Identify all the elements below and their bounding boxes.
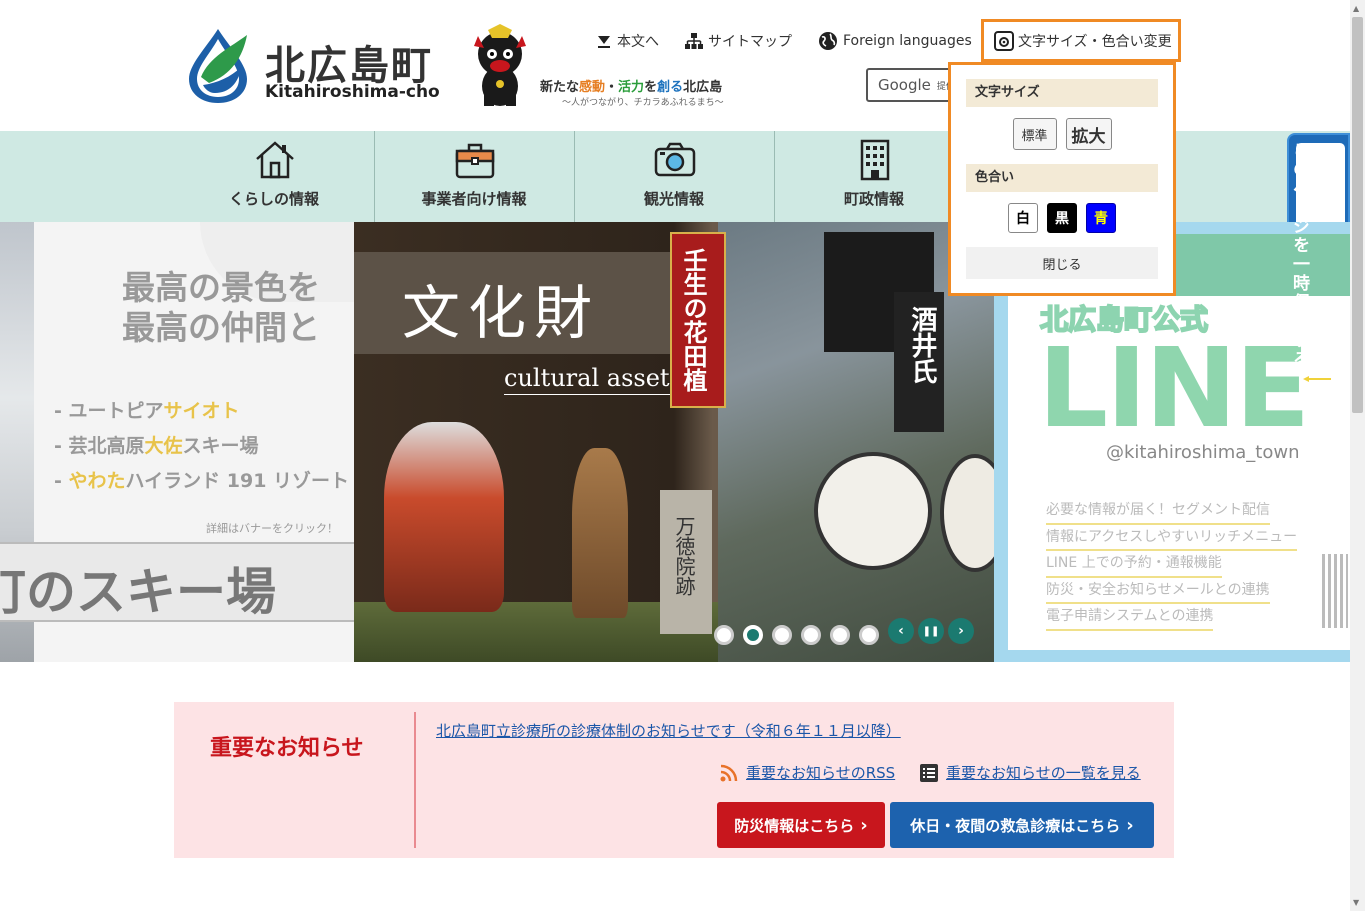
globe-icon (819, 32, 837, 50)
chevron-right-icon: › (958, 623, 964, 639)
ski-big-title: 町のスキー場 (0, 563, 276, 621)
rss-icon (720, 764, 738, 781)
arrow-left-icon (1303, 376, 1331, 382)
notice-list-link[interactable]: 重要なお知らせの一覧を見る (920, 762, 1141, 783)
camera-icon (654, 142, 696, 177)
skip-to-content-link[interactable]: 本文へ (596, 31, 659, 51)
festival-banner: 酒井氏 (894, 292, 944, 432)
font-size-heading: 文字サイズ (966, 79, 1158, 107)
settings-icon (994, 30, 1014, 51)
ski-headline: 最高の景色を 最高の仲間と (122, 268, 320, 347)
nav-business-info[interactable]: 事業者向け情報 (374, 131, 574, 222)
sitemap-link[interactable]: サイトマップ (685, 31, 792, 51)
slider-dot-active[interactable] (743, 625, 763, 645)
open-label: open (1301, 385, 1336, 399)
slider-pagination (714, 625, 879, 645)
save-page-label: このページを一時保存する (1289, 141, 1309, 369)
color-heading: 色合い (966, 164, 1158, 192)
slider-dot[interactable] (859, 625, 879, 645)
chevron-left-icon: ‹ (898, 623, 904, 639)
scroll-down-icon[interactable]: ▼ (1353, 898, 1359, 907)
emergency-clinic-button[interactable]: 休日・夜間の救急診療はこちら › (890, 802, 1154, 848)
slogan-main: 新たな感動・活力を創る北広島 (540, 80, 723, 95)
font-size-standard-button[interactable]: 標準 (1012, 118, 1057, 150)
line-feature-list: 必要な情報が届く！セグメント配信 情報にアクセスしやすいリッチメニュー LINE… (1046, 498, 1298, 631)
scroll-up-icon[interactable]: ▲ (1353, 4, 1359, 13)
slider-pause-button[interactable]: ❚❚ (918, 618, 944, 644)
scroll-thumb[interactable] (1352, 17, 1363, 413)
notice-divider (414, 712, 416, 848)
building-icon (860, 139, 890, 181)
slider-next-button[interactable]: › (948, 618, 974, 644)
ski-banner-note: 詳細はバナーをクリック！ (206, 522, 338, 535)
top-utility-nav: 本文へ サイトマップ Foreign languages (596, 30, 998, 52)
nav-town-admin-info[interactable]: 町政情報 (774, 131, 974, 222)
notice-rss-link[interactable]: 重要なお知らせのRSS (720, 762, 895, 783)
logo-subtitle: Kitahiroshima-cho (265, 82, 440, 102)
slide-cultural-assets[interactable]: 酒井氏 文化財 cultural assets 壬生の花田植 万徳院跡 (354, 222, 1010, 662)
ski-resort-list: - ユートピアサイオト - 芸北高原大佐スキー場 - やわたハイランド 191 … (54, 400, 350, 492)
wooden-statue (572, 448, 628, 618)
slider-prev-button[interactable]: ‹ (888, 618, 914, 644)
chevron-right-icon: › (1126, 814, 1134, 836)
color-options: 白 黒 青 (966, 203, 1158, 233)
town-slogan: 新たな感動・活力を創る北広島 ～人がつながり、チカラあふれるまち～ (540, 76, 730, 108)
notice-clinic-link[interactable]: 北広島町立診療所の診療体制のお知らせです（令和６年１１月以降） (436, 720, 901, 741)
font-size-options: 標準 拡大 (966, 118, 1158, 150)
font-color-settings-popup: 文字サイズ 標準 拡大 色合い 白 黒 青 閉じる (948, 62, 1176, 296)
slider-dot[interactable] (772, 625, 792, 645)
slider-dot[interactable] (801, 625, 821, 645)
google-search-box[interactable]: Google 提供 (866, 68, 956, 102)
festival-drum (814, 452, 932, 570)
sitemap-icon (685, 33, 703, 49)
qr-code-icon (1322, 554, 1348, 628)
page-scrollbar[interactable]: ▲ ▼ (1350, 0, 1365, 911)
foreign-languages-link[interactable]: Foreign languages (818, 31, 972, 51)
slider-dot[interactable] (830, 625, 850, 645)
line-account-id: @kitahiroshima_town (1106, 442, 1300, 463)
color-black-button[interactable]: 黒 (1047, 203, 1077, 233)
arrow-down-icon (598, 36, 610, 48)
heritage-banner: 壬生の花田植 (670, 232, 726, 408)
briefcase-icon (455, 143, 495, 179)
nav-tourism-info[interactable]: 観光情報 (574, 131, 774, 222)
site-logo[interactable]: 北広島町 Kitahiroshima-cho (187, 25, 457, 107)
mascot-character-icon (474, 24, 526, 106)
slogan-sub: ～人がつながり、チカラあふれるまち～ (562, 98, 724, 108)
house-icon (256, 141, 294, 179)
popup-close-button[interactable]: 閉じる (966, 247, 1158, 279)
pause-icon: ❚❚ (922, 625, 940, 637)
font-size-color-button[interactable]: 文字サイズ・色合い変更 (981, 19, 1181, 62)
slider-dot[interactable] (714, 625, 734, 645)
stone-marker: 万徳院跡 (660, 490, 712, 634)
list-icon (920, 763, 938, 782)
color-white-button[interactable]: 白 (1008, 203, 1038, 233)
chevron-right-icon: › (860, 814, 868, 836)
slide-ski-resorts[interactable]: 最高の景色を 最高の仲間と - ユートピアサイオト - 芸北高原大佐スキー場 -… (0, 222, 360, 662)
nav-living-info[interactable]: くらしの情報 (174, 131, 374, 222)
culture-title: 文化財 (402, 279, 601, 347)
font-size-enlarge-button[interactable]: 拡大 (1065, 118, 1112, 150)
kagura-mask-figure (384, 422, 504, 612)
culture-en-title: cultural assets (504, 364, 682, 395)
important-notice-section: 重要なお知らせ 北広島町立診療所の診療体制のお知らせです（令和６年１１月以降） … (174, 702, 1174, 858)
disaster-info-button[interactable]: 防災情報はこちら › (717, 802, 885, 848)
line-logo-text: LINE (1038, 324, 1310, 452)
color-blue-button[interactable]: 青 (1086, 203, 1116, 233)
logo-drop-icon (189, 29, 247, 103)
notice-heading: 重要なお知らせ (210, 736, 364, 761)
